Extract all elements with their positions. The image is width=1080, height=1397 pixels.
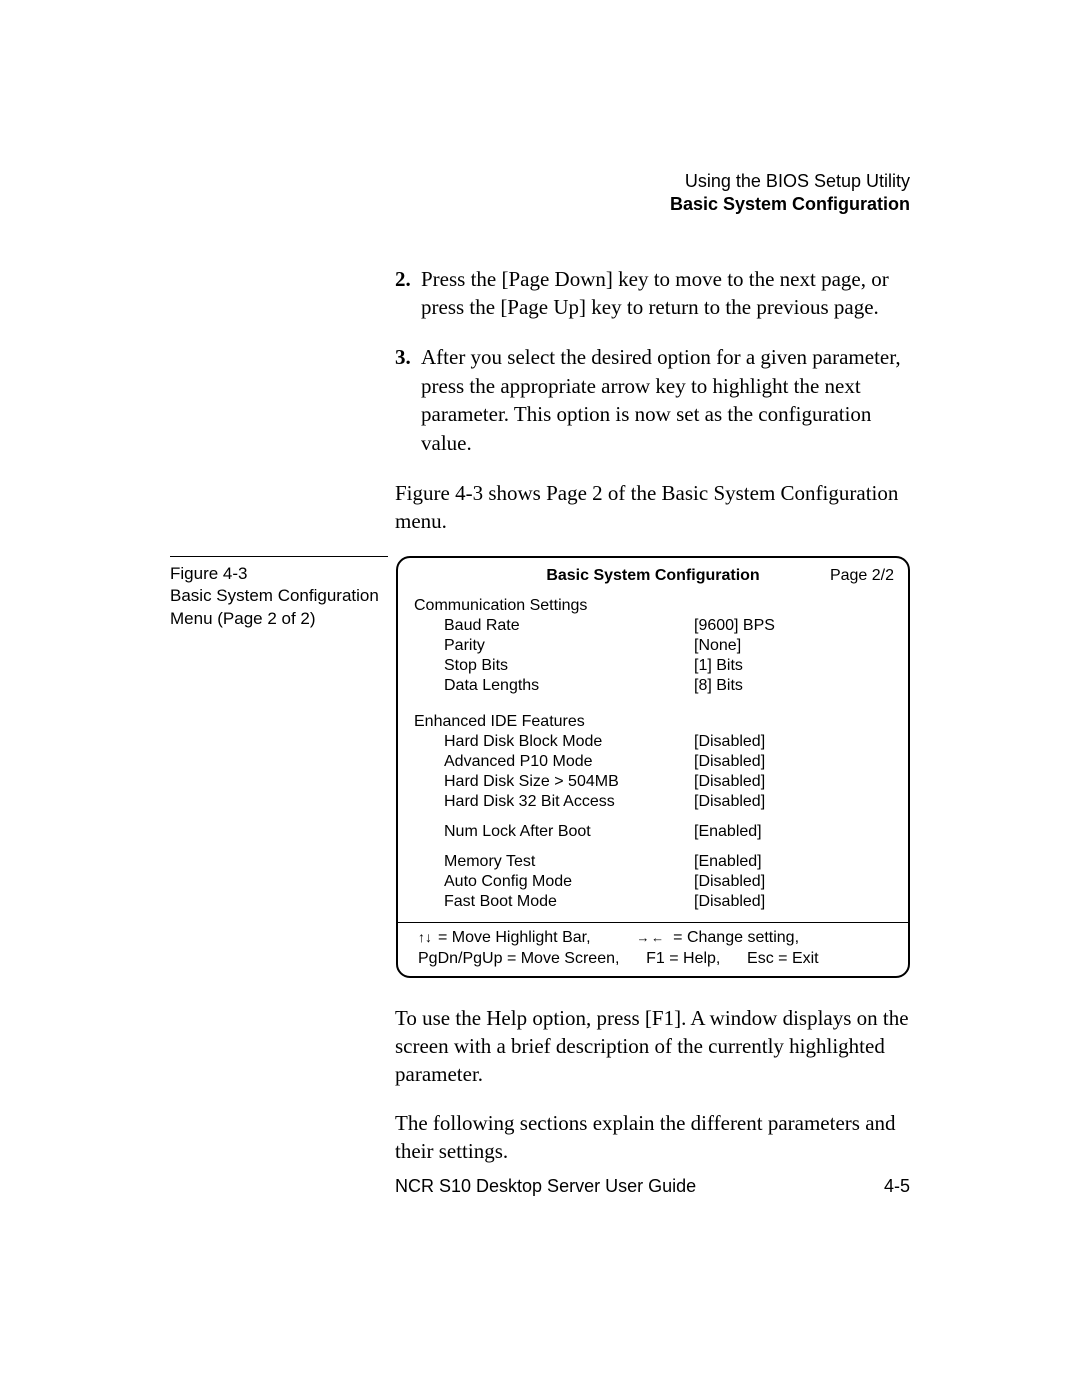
step-3: 3. After you select the desired option f… xyxy=(395,343,910,456)
param-label: Parity xyxy=(414,636,694,656)
param-label: Num Lock After Boot xyxy=(414,822,694,842)
param-row: Fast Boot Mode[Disabled] xyxy=(414,892,892,912)
after-figure: To use the Help option, press [F1]. A wi… xyxy=(395,1004,910,1166)
param-value: [None] xyxy=(694,636,741,656)
param-value: [Disabled] xyxy=(694,872,765,892)
param-value: [Disabled] xyxy=(694,772,765,792)
step-number: 2. xyxy=(395,265,421,322)
step-text: After you select the desired option for … xyxy=(421,343,910,456)
figure-caption: Figure 4-3 Basic System Configuration Me… xyxy=(170,556,388,632)
param-value: [Enabled] xyxy=(694,852,762,872)
left-right-arrow-icon: → ← xyxy=(637,931,664,944)
param-label: Hard Disk 32 Bit Access xyxy=(414,792,694,812)
up-down-arrow-icon: ↑↓ xyxy=(418,930,432,944)
figure-number: Figure 4-3 xyxy=(170,563,388,586)
param-value: [Enabled] xyxy=(694,822,762,842)
footer-title: NCR S10 Desktop Server User Guide xyxy=(395,1176,696,1197)
step-number: 3. xyxy=(395,343,421,456)
bios-body: Communication Settings Baud Rate[9600] B… xyxy=(412,596,894,916)
param-label: Memory Test xyxy=(414,852,694,872)
param-label: Advanced P10 Mode xyxy=(414,752,694,772)
page-footer: NCR S10 Desktop Server User Guide 4-5 xyxy=(395,1176,910,1197)
param-label: Data Lengths xyxy=(414,676,694,696)
param-row: Hard Disk 32 Bit Access[Disabled] xyxy=(414,792,892,812)
header-chapter: Using the BIOS Setup Utility xyxy=(170,170,910,193)
legend-change: = Change setting, xyxy=(673,927,799,949)
section-ide: Enhanced IDE Features Hard Disk Block Mo… xyxy=(414,712,892,912)
param-value: [8] Bits xyxy=(694,676,743,696)
section-comm: Communication Settings Baud Rate[9600] B… xyxy=(414,596,892,696)
param-label: Baud Rate xyxy=(414,616,694,636)
figure-title: Basic System Configuration Menu (Page 2 … xyxy=(170,585,388,631)
bios-page-indicator: Page 2/2 xyxy=(830,566,894,586)
param-row: Stop Bits[1] Bits xyxy=(414,656,892,676)
param-row: Data Lengths[8] Bits xyxy=(414,676,892,696)
footer-page-number: 4-5 xyxy=(884,1176,910,1197)
param-row: Parity[None] xyxy=(414,636,892,656)
param-value: [1] Bits xyxy=(694,656,743,676)
divider xyxy=(398,922,908,923)
param-row: Baud Rate[9600] BPS xyxy=(414,616,892,636)
param-value: [9600] BPS xyxy=(694,616,775,636)
bios-title-bar: Basic System Configuration Page 2/2 xyxy=(412,566,894,586)
following-paragraph: The following sections explain the diffe… xyxy=(395,1109,910,1166)
step-text: Press the [Page Down] key to move to the… xyxy=(421,265,910,322)
legend-move: = Move Highlight Bar, xyxy=(438,927,591,949)
param-label: Fast Boot Mode xyxy=(414,892,694,912)
param-row: Memory Test[Enabled] xyxy=(414,852,892,872)
param-label: Hard Disk Size > 504MB xyxy=(414,772,694,792)
main-column: 2. Press the [Page Down] key to move to … xyxy=(395,265,910,536)
param-row: Auto Config Mode[Disabled] xyxy=(414,872,892,892)
param-row: Hard Disk Size > 504MB[Disabled] xyxy=(414,772,892,792)
param-row: Hard Disk Block Mode[Disabled] xyxy=(414,732,892,752)
help-paragraph: To use the Help option, press [F1]. A wi… xyxy=(395,1004,910,1089)
legend-exit: Esc = Exit xyxy=(747,950,819,967)
header-section: Basic System Configuration xyxy=(170,193,910,216)
param-row: Num Lock After Boot[Enabled] xyxy=(414,822,892,842)
param-value: [Disabled] xyxy=(694,752,765,772)
param-label: Hard Disk Block Mode xyxy=(414,732,694,752)
bios-title: Basic System Configuration xyxy=(546,567,759,584)
section-heading: Communication Settings xyxy=(414,596,892,616)
param-label: Auto Config Mode xyxy=(414,872,694,892)
param-value: [Disabled] xyxy=(694,732,765,752)
bios-legend: ↑↓ = Move Highlight Bar, → ← = Change se… xyxy=(412,927,894,970)
figure-intro: Figure 4-3 shows Page 2 of the Basic Sys… xyxy=(395,479,910,536)
param-label: Stop Bits xyxy=(414,656,694,676)
param-value: [Disabled] xyxy=(694,792,765,812)
legend-pgdn: PgDn/PgUp = Move Screen, xyxy=(418,950,619,967)
legend-help: F1 = Help, xyxy=(646,950,720,967)
param-value: [Disabled] xyxy=(694,892,765,912)
step-2: 2. Press the [Page Down] key to move to … xyxy=(395,265,910,322)
section-heading: Enhanced IDE Features xyxy=(414,712,892,732)
figure-row: Figure 4-3 Basic System Configuration Me… xyxy=(170,556,910,978)
bios-screen: Basic System Configuration Page 2/2 Comm… xyxy=(396,556,910,978)
param-row: Advanced P10 Mode[Disabled] xyxy=(414,752,892,772)
page: Using the BIOS Setup Utility Basic Syste… xyxy=(0,0,1080,1397)
running-header: Using the BIOS Setup Utility Basic Syste… xyxy=(170,170,910,217)
